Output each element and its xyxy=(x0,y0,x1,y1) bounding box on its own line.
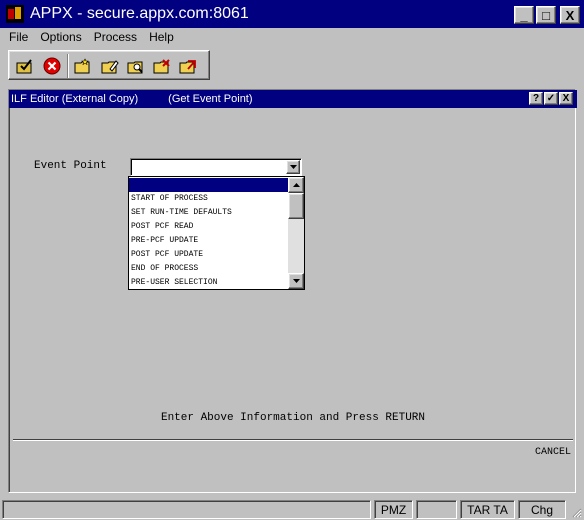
status-bar: PMZ TAR TA Chg xyxy=(0,499,584,520)
list-scrollbar[interactable] xyxy=(288,177,304,289)
chevron-up-icon xyxy=(292,183,300,187)
cancel-icon[interactable] xyxy=(41,55,63,77)
scroll-down-button[interactable] xyxy=(288,273,304,289)
close-button[interactable]: X xyxy=(560,6,580,24)
folder-edit-icon[interactable] xyxy=(99,55,121,77)
ok-button[interactable]: ✓ xyxy=(544,92,558,105)
prompt-message: Enter Above Information and Press RETURN xyxy=(160,412,426,424)
check-folder-icon[interactable] xyxy=(14,55,36,77)
dialog-close-button[interactable]: X xyxy=(559,92,573,105)
status-panel-message xyxy=(2,500,371,519)
appx-logo-icon xyxy=(6,5,24,23)
combo-dropdown-button[interactable] xyxy=(286,160,300,174)
list-option-blank[interactable] xyxy=(129,178,288,192)
list-option[interactable]: END OF PROCESS xyxy=(129,262,288,276)
scroll-up-button[interactable] xyxy=(288,177,304,193)
event-point-value xyxy=(131,165,134,176)
list-option[interactable]: POST PCF READ xyxy=(129,220,288,234)
dialog-subtitle: (Get Event Point) xyxy=(168,93,253,105)
menu-file[interactable]: File xyxy=(0,30,34,44)
window-title: APPX - secure.appx.com:8061 xyxy=(30,5,249,22)
dialog-title-bar: ILF Editor (External Copy) (Get Event Po… xyxy=(9,90,577,108)
toolbar xyxy=(8,50,210,80)
folder-star-icon[interactable] xyxy=(72,55,94,77)
title-bar: APPX - secure.appx.com:8061 _ □ X xyxy=(0,0,584,28)
status-panel-mode: TAR TA xyxy=(460,500,515,519)
divider xyxy=(13,439,573,441)
menu-help[interactable]: Help xyxy=(143,30,180,44)
folder-delete-icon[interactable] xyxy=(151,55,173,77)
resize-grip-icon[interactable] xyxy=(570,506,582,518)
event-point-list[interactable]: START OF PROCESS SET RUN-TIME DEFAULTS P… xyxy=(128,176,305,290)
folder-exit-icon[interactable] xyxy=(177,55,199,77)
help-button[interactable]: ? xyxy=(529,92,543,105)
event-point-label: Event Point xyxy=(34,160,107,172)
scroll-thumb[interactable] xyxy=(288,193,304,219)
event-point-combo[interactable] xyxy=(130,158,302,176)
status-panel-empty xyxy=(416,500,457,519)
chevron-down-icon xyxy=(289,165,297,169)
folder-search-icon[interactable] xyxy=(125,55,147,77)
list-option[interactable]: SET RUN-TIME DEFAULTS xyxy=(129,206,288,220)
list-option[interactable]: POST PCF UPDATE xyxy=(129,248,288,262)
cancel-button[interactable]: CANCEL xyxy=(535,447,571,458)
menu-bar: File Options Process Help xyxy=(0,28,584,46)
list-option[interactable]: START OF PROCESS xyxy=(129,192,288,206)
status-panel-pmz: PMZ xyxy=(374,500,413,519)
maximize-button[interactable]: □ xyxy=(536,6,556,24)
ilf-editor-dialog: ILF Editor (External Copy) (Get Event Po… xyxy=(8,89,577,493)
dialog-title: ILF Editor (External Copy) xyxy=(11,93,139,105)
menu-process[interactable]: Process xyxy=(88,30,143,44)
chevron-down-icon xyxy=(292,279,300,283)
list-option[interactable]: PRE-PCF UPDATE xyxy=(129,234,288,248)
list-option[interactable]: PRE-USER SELECTION xyxy=(129,276,288,290)
minimize-button[interactable]: _ xyxy=(514,6,534,24)
menu-options[interactable]: Options xyxy=(34,30,87,44)
status-panel-chg: Chg xyxy=(518,500,566,519)
